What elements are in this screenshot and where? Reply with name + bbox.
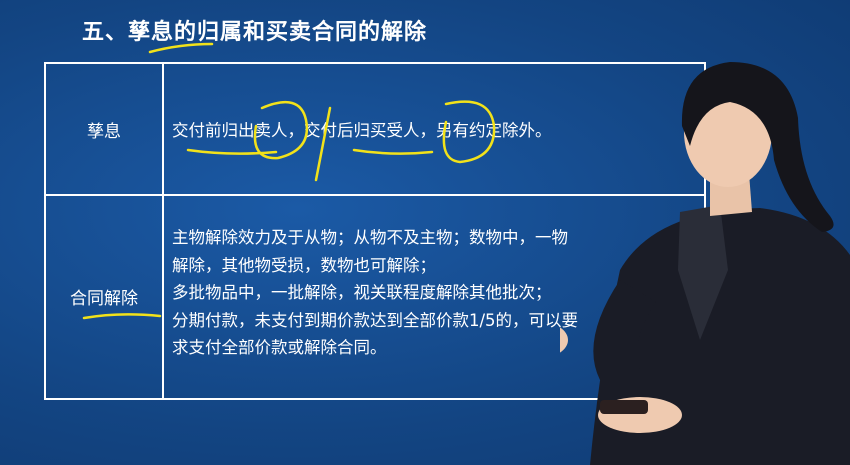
- row-label: 合同解除: [46, 194, 164, 398]
- presenter-hand: [560, 327, 568, 353]
- row-label: 孳息: [46, 64, 164, 194]
- presenter-image: [560, 62, 850, 465]
- slide-title: 五、孳息的归属和买卖合同的解除: [82, 20, 428, 45]
- remote-control: [600, 400, 648, 414]
